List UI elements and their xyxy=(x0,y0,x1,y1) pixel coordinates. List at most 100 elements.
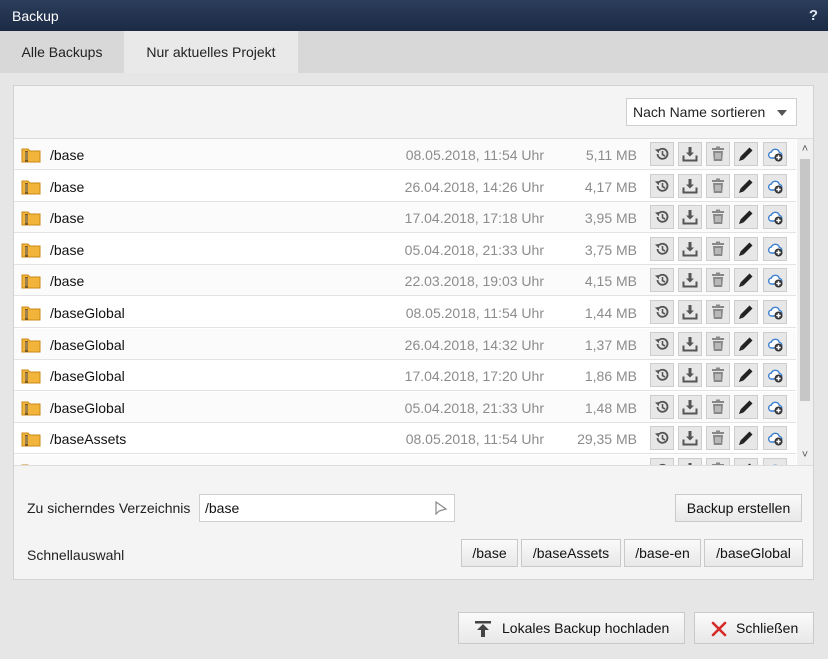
backup-name: /base xyxy=(50,178,85,195)
cloud-add-icon[interactable] xyxy=(763,236,787,261)
trash-icon[interactable] xyxy=(706,173,730,198)
download-icon[interactable] xyxy=(678,458,702,465)
cloud-add-icon[interactable] xyxy=(763,394,787,419)
cloud-add-icon[interactable] xyxy=(763,426,787,451)
restore-icon[interactable] xyxy=(650,142,674,166)
restore-icon[interactable] xyxy=(650,268,674,293)
scroll-up-icon[interactable]: ˄ xyxy=(797,141,813,157)
trash-icon[interactable] xyxy=(706,268,730,293)
backup-name: /base xyxy=(50,273,85,290)
trash-icon[interactable] xyxy=(706,458,730,465)
backup-row[interactable]: /base 05.04.2018, 21:33 Uhr 3,75 MB xyxy=(14,234,796,265)
folder-zip-icon xyxy=(21,462,41,465)
backup-date: 26.04.2018, 14:32 Uhr xyxy=(404,336,544,353)
trash-icon[interactable] xyxy=(706,142,730,166)
folder-zip-icon xyxy=(21,304,41,321)
backup-row[interactable]: /baseGlobal 05.04.2018, 21:33 Uhr 1,48 MB xyxy=(14,391,796,423)
help-icon[interactable]: ? xyxy=(809,7,818,24)
directory-label: Zu sicherndes Verzeichnis xyxy=(27,500,191,516)
tab-current-project[interactable]: Nur aktuelles Projekt xyxy=(124,31,298,73)
cloud-add-icon[interactable] xyxy=(763,173,787,198)
backup-size: 3,75 MB xyxy=(584,241,637,258)
download-icon[interactable] xyxy=(678,142,702,166)
cloud-add-icon[interactable] xyxy=(763,205,787,230)
edit-icon[interactable] xyxy=(734,394,758,419)
edit-icon[interactable] xyxy=(734,205,758,230)
backup-row[interactable]: /baseGlobal 17.04.2018, 17:20 Uhr 1,86 MB xyxy=(14,360,796,392)
download-icon[interactable] xyxy=(678,426,702,451)
cloud-add-icon[interactable] xyxy=(763,142,787,166)
restore-icon[interactable] xyxy=(650,173,674,198)
backup-row[interactable]: /baseAssets 08.05.2018, 11:54 Uhr 29,35 MB xyxy=(14,423,796,455)
backup-date: 05.04.2018, 21:33 Uhr xyxy=(404,399,544,416)
trash-icon[interactable] xyxy=(706,426,730,451)
quick-select-base-en[interactable]: /base-en xyxy=(624,539,701,567)
tab-all-backups[interactable]: Alle Backups xyxy=(0,31,124,73)
upload-local-backup-button[interactable]: Lokales Backup hochladen xyxy=(458,612,685,644)
backup-panel: Nach Name sortieren /base 08.05.2018, 11:… xyxy=(13,85,814,580)
edit-icon[interactable] xyxy=(734,363,758,388)
backup-row[interactable]: /baseGlobal 08.05.2018, 11:54 Uhr 1,44 MB xyxy=(14,297,796,328)
trash-icon[interactable] xyxy=(706,363,730,388)
download-icon[interactable] xyxy=(678,173,702,198)
backup-name: /baseGlobal xyxy=(50,305,125,321)
cloud-add-icon[interactable] xyxy=(763,268,787,293)
close-button[interactable]: Schließen xyxy=(694,612,814,644)
backup-row[interactable]: /base 08.05.2018, 11:54 Uhr 5,11 MB xyxy=(14,139,796,170)
backup-row[interactable]: /baseGlobal 26.04.2018, 14:32 Uhr 1,37 MB xyxy=(14,328,796,360)
download-icon[interactable] xyxy=(678,268,702,293)
trash-icon[interactable] xyxy=(706,394,730,419)
edit-icon[interactable] xyxy=(734,268,758,293)
trash-icon[interactable] xyxy=(706,300,730,324)
sort-select[interactable]: Nach Name sortieren xyxy=(626,98,797,126)
download-icon[interactable] xyxy=(678,331,702,356)
download-icon[interactable] xyxy=(678,236,702,261)
restore-icon[interactable] xyxy=(650,426,674,451)
backup-row[interactable]: /baseAssets 26.04.2018, 14:26 Uhr 28,44 MB xyxy=(14,455,796,465)
cloud-add-icon[interactable] xyxy=(763,363,787,388)
edit-icon[interactable] xyxy=(734,458,758,465)
restore-icon[interactable] xyxy=(650,205,674,230)
edit-icon[interactable] xyxy=(734,236,758,261)
download-icon[interactable] xyxy=(678,394,702,419)
quick-select-base[interactable]: /base xyxy=(461,539,518,567)
pointer-icon[interactable] xyxy=(434,501,448,515)
chevron-down-icon xyxy=(777,110,787,116)
backup-row[interactable]: /base 17.04.2018, 17:18 Uhr 3,95 MB xyxy=(14,202,796,234)
backup-list: /base 08.05.2018, 11:54 Uhr 5,11 MB/base 26… xyxy=(14,138,813,466)
download-icon[interactable] xyxy=(678,300,702,324)
edit-icon[interactable] xyxy=(734,173,758,198)
restore-icon[interactable] xyxy=(650,236,674,261)
edit-icon[interactable] xyxy=(734,300,758,324)
backup-row[interactable]: /base 26.04.2018, 14:26 Uhr 4,17 MB xyxy=(14,171,796,202)
backup-date: 08.05.2018, 11:54 Uhr xyxy=(405,305,544,321)
edit-icon[interactable] xyxy=(734,142,758,166)
trash-icon[interactable] xyxy=(706,205,730,230)
backup-name: /baseGlobal xyxy=(50,399,125,416)
directory-input[interactable] xyxy=(199,494,455,522)
create-backup-button[interactable]: Backup erstellen xyxy=(675,494,802,522)
scroll-down-icon[interactable]: ˅ xyxy=(797,447,813,463)
backup-row[interactable]: /base 22.03.2018, 19:03 Uhr 4,15 MB xyxy=(14,265,796,297)
quick-select-baseglobal[interactable]: /baseGlobal xyxy=(704,539,803,567)
cloud-add-icon[interactable] xyxy=(763,300,787,324)
backup-date: 26.04.2018, 14:26 Uhr xyxy=(404,178,544,195)
cloud-add-icon[interactable] xyxy=(763,458,787,465)
restore-icon[interactable] xyxy=(650,363,674,388)
cloud-add-icon[interactable] xyxy=(763,331,787,356)
scroll-thumb[interactable] xyxy=(800,159,810,401)
quick-select-baseassets[interactable]: /baseAssets xyxy=(521,539,621,567)
edit-icon[interactable] xyxy=(734,426,758,451)
trash-icon[interactable] xyxy=(706,236,730,261)
download-icon[interactable] xyxy=(678,363,702,388)
restore-icon[interactable] xyxy=(650,458,674,465)
backup-date: 05.04.2018, 21:33 Uhr xyxy=(404,241,544,258)
edit-icon[interactable] xyxy=(734,331,758,356)
restore-icon[interactable] xyxy=(650,300,674,324)
list-scrollbar[interactable]: ˄ ˅ xyxy=(797,139,813,465)
trash-icon[interactable] xyxy=(706,331,730,356)
backup-name: /baseGlobal xyxy=(50,336,125,353)
download-icon[interactable] xyxy=(678,205,702,230)
restore-icon[interactable] xyxy=(650,331,674,356)
restore-icon[interactable] xyxy=(650,394,674,419)
